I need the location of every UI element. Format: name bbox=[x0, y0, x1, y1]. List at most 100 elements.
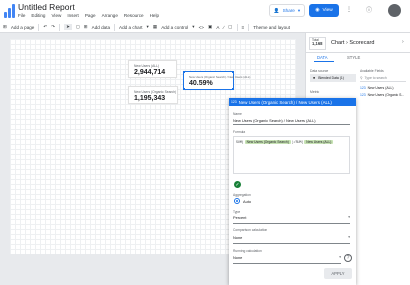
chevron-down-icon: ▾ bbox=[297, 7, 301, 13]
tab-style[interactable]: STYLE bbox=[347, 55, 360, 60]
add-chart-button[interactable]: Add a chart bbox=[119, 25, 143, 30]
metric-field-icon: 123 bbox=[231, 100, 237, 104]
scorecard-label: New Users (Organic Search) bbox=[134, 90, 177, 94]
theme-layout-button[interactable]: Theme and layout bbox=[253, 25, 290, 30]
menu-editing[interactable]: Editing bbox=[31, 13, 45, 21]
user-avatar[interactable] bbox=[388, 4, 401, 17]
formula-operator: )/SUM( bbox=[291, 140, 304, 144]
toolbar-divider bbox=[248, 23, 250, 31]
line-icon[interactable]: ∕ bbox=[223, 25, 224, 30]
metric-field-icon: 123 bbox=[360, 86, 366, 90]
radio-selected-dot bbox=[236, 200, 238, 202]
toolbar-divider bbox=[38, 23, 40, 31]
comparison-underline bbox=[233, 243, 350, 244]
running-calculation-select[interactable]: None ▾ bbox=[233, 255, 341, 262]
running-calculation-value: None bbox=[233, 255, 243, 260]
add-page-button[interactable]: Add a page bbox=[11, 25, 35, 30]
active-tab-indicator bbox=[314, 61, 334, 62]
shape-icon[interactable]: ▢ bbox=[228, 24, 232, 30]
help-icon[interactable]: ⓘ bbox=[366, 5, 372, 14]
add-page-icon: ⊞ bbox=[3, 24, 7, 29]
menu-resource[interactable]: Resource bbox=[124, 13, 144, 21]
scorecard-label: New Users (Organic Search) / New Users (… bbox=[189, 75, 251, 79]
looker-studio-logo bbox=[4, 4, 15, 18]
toolbar-divider bbox=[59, 23, 61, 31]
code-icon[interactable]: <> bbox=[199, 25, 204, 30]
community-viz-icon[interactable]: ▦ bbox=[153, 24, 157, 30]
field-label: New Users (Organic S... bbox=[367, 93, 405, 97]
running-calculation-underline bbox=[233, 263, 341, 264]
formula-field-chip[interactable]: New Users (Organic Search) bbox=[244, 140, 291, 144]
search-icon: ⚲ bbox=[360, 76, 363, 80]
resize-handle[interactable] bbox=[232, 71, 234, 73]
resize-handle[interactable] bbox=[183, 88, 185, 90]
data-source-label: Data source bbox=[310, 69, 329, 73]
formula-field-chip[interactable]: New Users (ALL) bbox=[304, 140, 334, 144]
collapse-panel-icon[interactable]: › bbox=[402, 39, 404, 45]
aggregation-auto-radio[interactable] bbox=[234, 198, 240, 204]
name-field[interactable]: New Users (Organic Search) / New Users (… bbox=[233, 118, 316, 123]
type-label: Type bbox=[233, 210, 241, 214]
text-icon[interactable]: A bbox=[216, 25, 219, 30]
redo-icon[interactable]: ↷ bbox=[51, 24, 55, 30]
resize-handle[interactable] bbox=[183, 71, 185, 73]
chevron-down-icon: ▾ bbox=[192, 24, 195, 29]
add-data-icon: ⊞ bbox=[83, 24, 88, 29]
resize-handle[interactable] bbox=[232, 88, 234, 90]
dropdown-arrow-icon: ▾ bbox=[339, 255, 341, 259]
field-item[interactable]: 123 New Users (ALL) bbox=[360, 86, 393, 90]
comparison-value: None bbox=[233, 235, 243, 240]
field-label: New Users (ALL) bbox=[367, 86, 394, 90]
field-item[interactable]: 123 New Users (Organic S... bbox=[360, 93, 404, 97]
share-button[interactable]: 👤 Share ▾ bbox=[269, 4, 305, 17]
formula-label: Formula bbox=[233, 130, 246, 134]
menu-insert[interactable]: Insert bbox=[67, 13, 79, 21]
formula-expression[interactable]: SUM( New Users (Organic Search) )/SUM( N… bbox=[236, 139, 348, 145]
view-button[interactable]: ◉ View bbox=[309, 4, 339, 17]
add-data-button[interactable]: Add data bbox=[92, 25, 110, 30]
type-select[interactable]: Percent ▾ bbox=[233, 215, 350, 222]
comparison-select[interactable]: None ▾ bbox=[233, 235, 350, 242]
scorecard-new-users-all[interactable]: New Users (ALL) 2,944,714 bbox=[128, 60, 177, 78]
field-search[interactable]: ⚲ Type to search bbox=[360, 75, 406, 82]
scorecard-value: 1,195,343 bbox=[134, 95, 166, 102]
blend-icon: ◾ bbox=[312, 76, 317, 80]
metric-label: Metric bbox=[310, 90, 320, 94]
share-label: Share bbox=[282, 8, 295, 13]
chart-type-thumbnail[interactable]: Total 1,168 bbox=[309, 37, 326, 50]
dropdown-arrow-icon: ▾ bbox=[348, 235, 350, 239]
metric-field-icon: 123 bbox=[360, 93, 366, 97]
report-title[interactable]: Untitled Report bbox=[18, 2, 75, 12]
thumbnail-value: 1,168 bbox=[312, 41, 323, 46]
toolbar: ⊞ Add a page ↶ ↷ ➤ ◻ ⊞ Add data Add a ch… bbox=[0, 22, 410, 33]
help-icon[interactable]: ? bbox=[344, 254, 352, 262]
align-icon[interactable]: ≡ bbox=[242, 25, 245, 30]
apply-button[interactable]: APPLY bbox=[324, 268, 352, 279]
more-options-icon[interactable]: ⋮ bbox=[346, 6, 352, 13]
dialog-title: New Users (Organic Search) / New Users (… bbox=[238, 99, 332, 105]
pan-icon[interactable]: ◻ bbox=[76, 24, 80, 30]
menu-arrange[interactable]: Arrange bbox=[102, 13, 118, 21]
select-cursor-icon[interactable]: ➤ bbox=[64, 24, 72, 30]
comparison-label: Comparison calculation bbox=[233, 228, 268, 232]
data-source-value: Blended Data (1) bbox=[318, 76, 344, 80]
image-icon[interactable]: ▣ bbox=[208, 24, 212, 30]
running-calculation-label: Running calculation bbox=[233, 249, 262, 253]
scorecard-ratio[interactable]: New Users (Organic Search) / New Users (… bbox=[183, 71, 250, 90]
add-control-button[interactable]: Add a control bbox=[161, 25, 188, 30]
menu-bar: File Editing View Insert Page Arrange Re… bbox=[18, 13, 159, 21]
scorecard-organic-search[interactable]: New Users (Organic Search) 1,195,343 bbox=[128, 86, 178, 104]
menu-page[interactable]: Page bbox=[85, 13, 96, 21]
view-label: View bbox=[322, 8, 333, 13]
field-search-input[interactable]: Type to search bbox=[364, 76, 386, 80]
dropdown-arrow-icon: ▾ bbox=[348, 215, 350, 219]
tab-data[interactable]: DATA bbox=[317, 55, 328, 60]
undo-icon[interactable]: ↶ bbox=[43, 24, 47, 30]
data-source-selector[interactable]: ◾ Blended Data (1) bbox=[310, 74, 356, 82]
menu-view[interactable]: View bbox=[51, 13, 61, 21]
menu-help[interactable]: Help bbox=[150, 13, 159, 21]
menu-file[interactable]: File bbox=[18, 13, 25, 21]
dialog-title-bar: 123 New Users (Organic Search) / New Use… bbox=[229, 98, 356, 106]
add-person-icon: 👤 bbox=[273, 7, 280, 13]
scorecard-label: New Users (ALL) bbox=[134, 64, 160, 68]
